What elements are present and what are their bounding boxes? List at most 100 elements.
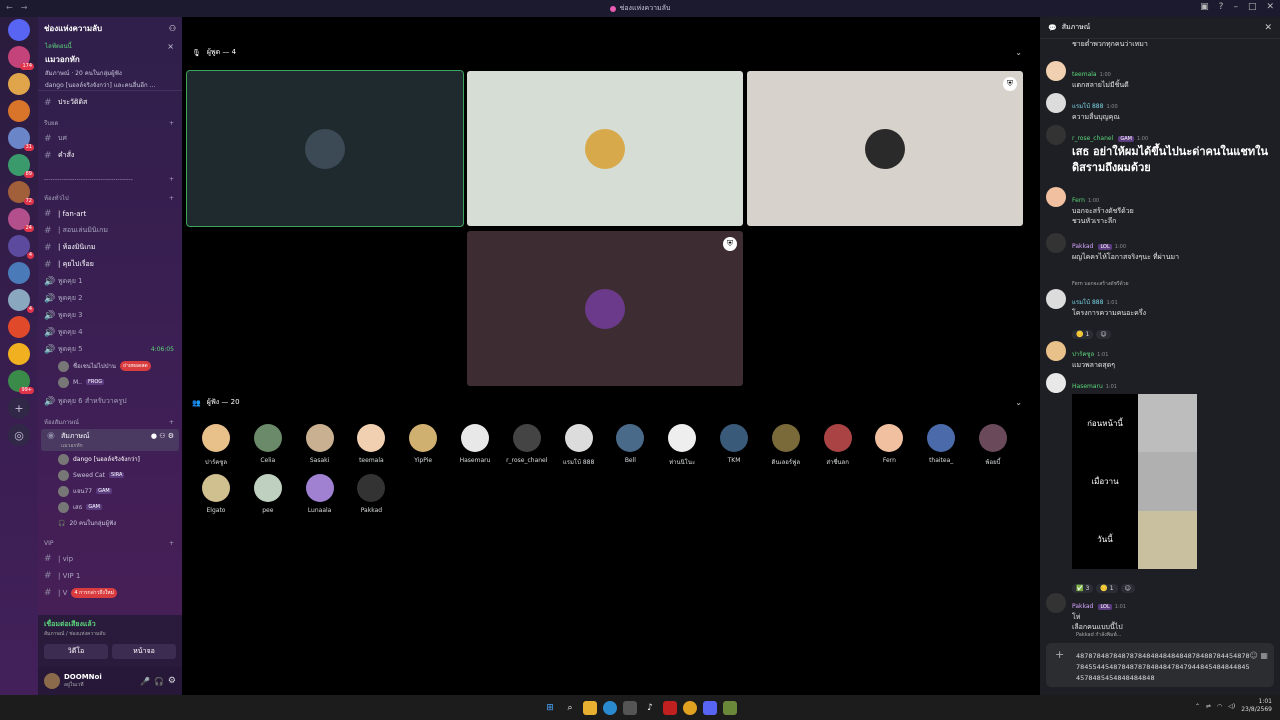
forward-arrow-icon[interactable]: → — [21, 3, 28, 12]
channel-vip1[interactable]: # | VIP 1 — [38, 567, 182, 584]
edge-icon[interactable] — [603, 700, 617, 715]
server-icon[interactable] — [8, 100, 30, 122]
tiktok-icon[interactable]: ♪ — [643, 701, 657, 715]
minecraft-icon[interactable] — [723, 700, 737, 715]
store-icon[interactable] — [623, 700, 637, 715]
server-icon[interactable]: 31 — [8, 127, 34, 151]
add-channel-icon[interactable]: + — [169, 540, 174, 547]
audience-member[interactable]: teemala — [346, 424, 396, 464]
video-button[interactable]: วิดีโอ — [44, 644, 108, 659]
reaction-button[interactable]: ✅ 3 — [1072, 584, 1094, 593]
message-author[interactable]: แรมโบ้ 888 — [1072, 103, 1103, 110]
category-stage[interactable]: ห้องสัมภาษณ์ + — [38, 415, 182, 429]
channel-vip2[interactable]: # | V4 การกล่าวถึงใหม่ — [38, 584, 182, 601]
avatar[interactable] — [1046, 125, 1066, 145]
avatar[interactable] — [1046, 341, 1066, 361]
reply-preview[interactable]: Fern บอกจะสร้างดัชรีด้วย — [1072, 279, 1146, 289]
server-icon[interactable] — [8, 73, 30, 95]
audience-member[interactable]: YipPie — [398, 424, 448, 464]
voice-channel-4[interactable]: 🔊 พูดคุย 4 — [38, 324, 182, 341]
add-reaction-button[interactable]: ☺ — [1096, 330, 1111, 339]
voice-user[interactable]: M.. FROG — [38, 374, 182, 390]
message-author[interactable]: teemala — [1072, 71, 1097, 78]
close-icon[interactable]: × — [167, 42, 174, 51]
audience-member[interactable]: Hasemaru — [450, 424, 500, 464]
speaker-tile[interactable] — [467, 71, 743, 226]
audience-member[interactable]: ท่านนิโนะ — [657, 424, 707, 467]
close-window-icon[interactable]: ✕ — [1266, 2, 1274, 12]
add-channel-icon[interactable]: + — [169, 195, 174, 202]
channel-history[interactable]: # ประวัติดิส — [38, 94, 182, 111]
server-icon[interactable]: 4 — [8, 289, 34, 313]
voice-channel-3[interactable]: 🔊 พูดคุย 3 — [38, 307, 182, 324]
audience-member[interactable]: TKM — [709, 424, 759, 464]
reaction-button[interactable]: 🪙 1 — [1096, 584, 1118, 593]
reaction-button[interactable]: 🪙 1 — [1072, 330, 1094, 339]
audience-member[interactable]: Fern — [864, 424, 914, 464]
maximize-icon[interactable]: □ — [1248, 2, 1257, 12]
message-author[interactable]: Pakkad — [1072, 603, 1093, 610]
audience-member[interactable]: Elgato — [191, 474, 241, 514]
server-icon[interactable]: 4 — [8, 235, 34, 259]
audience-member[interactable]: thaitea_ — [916, 424, 966, 464]
discord-icon[interactable] — [703, 700, 717, 715]
screen-share-button[interactable]: หน้าจอ — [112, 644, 176, 659]
chevron-up-icon[interactable]: ⌃ — [1195, 703, 1200, 710]
voice-channel-6[interactable]: 🔊 พูดคุย 6 สำหรับวาครูป — [38, 393, 182, 410]
system-tray[interactable]: ⌃ ⇌ ◠ ◁) 1:01 23/8/2569 — [1195, 698, 1272, 714]
server-icon[interactable]: 99+ — [8, 370, 34, 394]
add-channel-icon[interactable]: + — [169, 419, 174, 426]
add-member-icon[interactable]: ⚇ — [169, 24, 176, 33]
channel-fanart[interactable]: # | fan-art — [38, 205, 182, 222]
stage-user[interactable]: Sweed Cat SIRA — [38, 467, 182, 483]
avatar[interactable] — [1046, 233, 1066, 253]
settings-icon[interactable]: ⚙ — [168, 676, 176, 686]
add-channel-icon[interactable]: + — [169, 120, 174, 127]
audience-member[interactable]: Lunaala — [295, 474, 345, 514]
audience-member[interactable]: ปาร์คซูล — [191, 424, 241, 467]
voice-location[interactable]: สัมภาษณ์ / ช่องแห่งความลับ — [44, 630, 176, 638]
audience-member[interactable]: pee — [243, 474, 293, 514]
server-icon[interactable] — [8, 343, 30, 365]
stage-actions-icon[interactable]: ● ⚇ ⚙ — [151, 432, 174, 440]
close-icon[interactable]: ✕ — [1264, 23, 1272, 33]
back-arrow-icon[interactable]: ← — [6, 3, 13, 12]
audience-member[interactable]: แรมโบ้ 888 — [554, 424, 604, 467]
audience-header[interactable]: 👥 ผู้ฟัง — 20 ⌄ — [192, 397, 1022, 408]
discover-button[interactable]: ◎ — [8, 424, 30, 446]
stage-channel[interactable]: ◉ สัมภาษณ์ แมวอกหัก ● ⚇ ⚙ — [41, 429, 179, 451]
speaker-tile[interactable]: ⛨ — [747, 71, 1023, 226]
minimize-icon[interactable]: – — [1233, 2, 1238, 12]
audience-member[interactable]: Sasaki — [295, 424, 345, 464]
channel-vip[interactable]: # | vip — [38, 550, 182, 567]
speaker-tile[interactable]: ⛨ — [467, 231, 743, 386]
message-author[interactable]: แรมโบ้ 888 — [1072, 299, 1103, 306]
voice-channel-1[interactable]: 🔊 พูดคุย 1 — [38, 273, 182, 290]
server-icon[interactable] — [8, 262, 30, 284]
audience-member[interactable]: พ้อยบี้ — [968, 424, 1018, 467]
add-attachment-icon[interactable]: + — [1055, 649, 1064, 660]
audience-member[interactable]: r_rose_chanel — [502, 424, 552, 464]
category-general[interactable]: ห้องทั่วไป + — [38, 191, 182, 205]
server-icon[interactable]: 89 — [8, 154, 34, 178]
audience-member[interactable]: Pakkad — [346, 474, 396, 514]
voice-channel-2[interactable]: 🔊 พูดคุย 2 — [38, 290, 182, 307]
message-author[interactable]: Pakkad — [1072, 243, 1093, 250]
server-icon[interactable]: 174 — [8, 46, 34, 70]
server-icon[interactable]: 24 — [8, 208, 34, 232]
chat-input[interactable]: + ☺ ▦ 487878487848787848484848484878488784… — [1046, 643, 1274, 687]
message-author[interactable]: Fern — [1072, 197, 1085, 204]
category-rules[interactable]: รีบยด + — [38, 116, 182, 130]
message-author[interactable]: r_rose_chanel — [1072, 135, 1113, 142]
avatar[interactable] — [1046, 61, 1066, 81]
avatar[interactable] — [44, 673, 60, 689]
audience-member[interactable]: Celia — [243, 424, 293, 464]
avatar[interactable] — [1046, 593, 1066, 613]
live-event-card[interactable]: × ไลฟ์ตอนนี้ แมวอกหัก สัมภาษณ์ · 20 คนใน… — [38, 39, 182, 91]
avatar[interactable] — [1046, 289, 1066, 309]
channel-chat[interactable]: # | คุยไปเรื่อย — [38, 256, 182, 273]
message-author[interactable]: ปาร์คซูล — [1072, 351, 1094, 358]
channel-minigame[interactable]: # | ห้องมินิเกม — [38, 239, 182, 256]
stage-user[interactable]: เสธ GAM — [38, 499, 182, 515]
chevron-down-icon[interactable]: ⌄ — [1015, 48, 1022, 57]
